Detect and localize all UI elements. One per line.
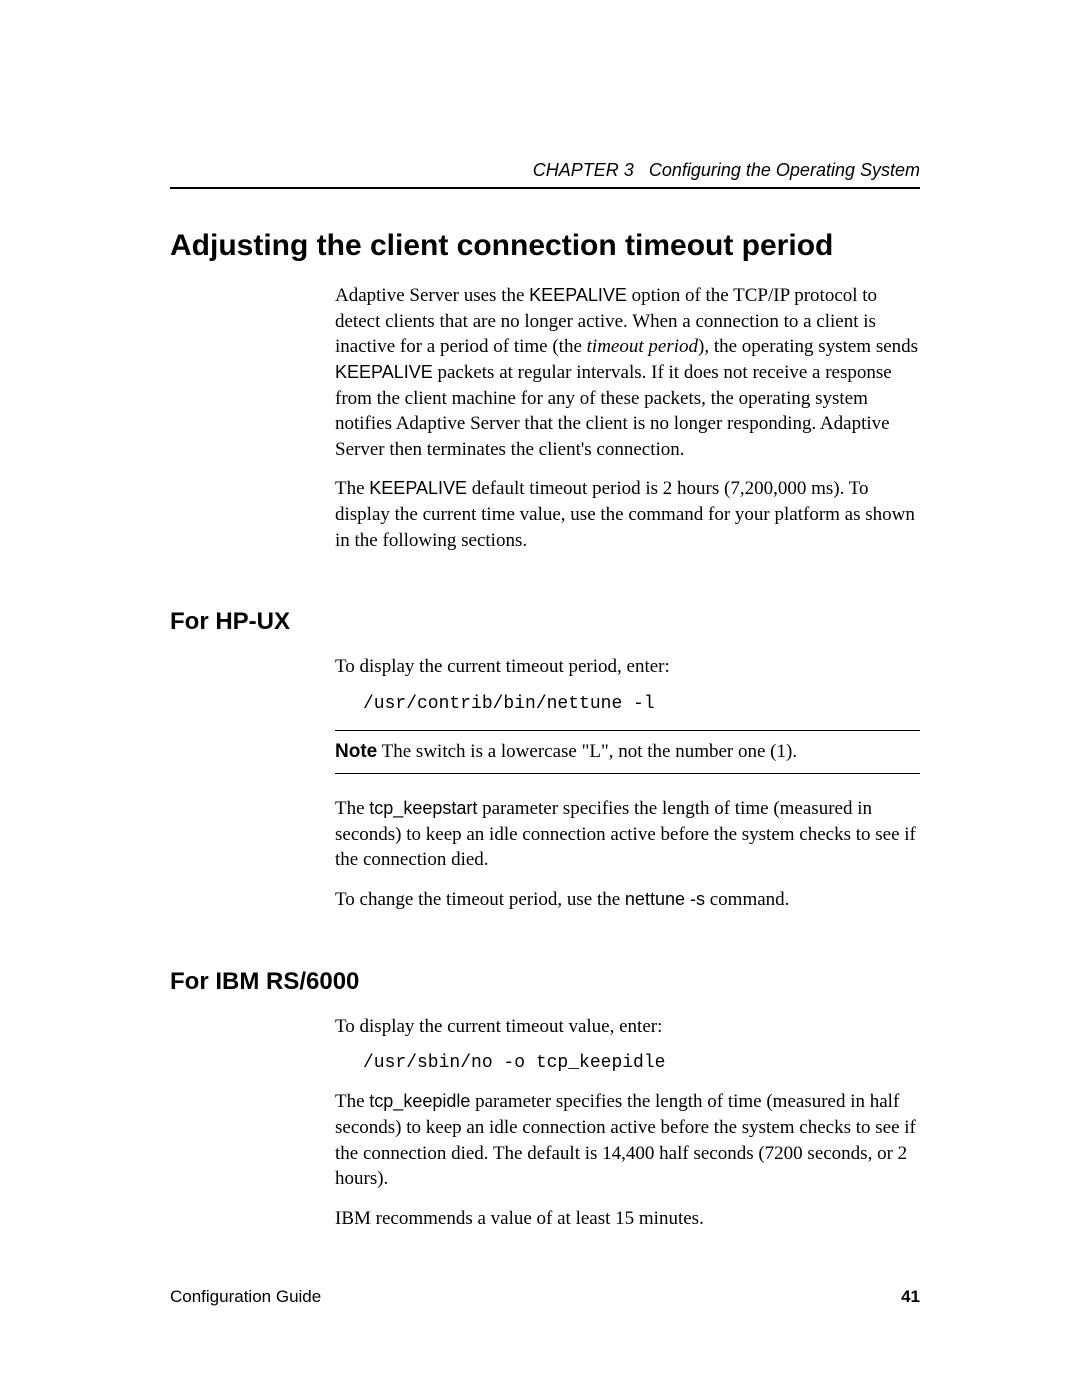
page-title: Adjusting the client connection timeout … <box>170 229 920 263</box>
ibm-section: To display the current timeout value, en… <box>335 1014 920 1232</box>
ibm-recommendation: IBM recommends a value of at least 15 mi… <box>335 1206 920 1232</box>
ibm-intro: To display the current timeout value, en… <box>335 1014 920 1040</box>
keepalive-keyword: KEEPALIVE <box>335 362 433 382</box>
hpux-command: /usr/contrib/bin/nettune -l <box>363 694 920 714</box>
running-header: CHAPTER 3 Configuring the Operating Syst… <box>170 160 920 181</box>
intro-section: Adaptive Server uses the KEEPALIVE optio… <box>335 283 920 553</box>
note-label: Note <box>335 741 377 762</box>
ibm-keepidle-paragraph: The tcp_keepidle parameter specifies the… <box>335 1089 920 1192</box>
page-footer: Configuration Guide 41 <box>170 1287 920 1307</box>
tcp-keepidle-keyword: tcp_keepidle <box>369 1091 470 1111</box>
tcp-keepstart-keyword: tcp_keepstart <box>369 798 477 818</box>
note-text: The switch is a lowercase "L", not the n… <box>377 741 797 762</box>
note-block: Note The switch is a lowercase "L", not … <box>335 730 920 774</box>
header-rule <box>170 187 920 189</box>
intro-paragraph-2: The KEEPALIVE default timeout period is … <box>335 476 920 553</box>
keepalive-keyword: KEEPALIVE <box>529 285 627 305</box>
keepalive-keyword: KEEPALIVE <box>369 478 467 498</box>
intro-paragraph-1: Adaptive Server uses the KEEPALIVE optio… <box>335 283 920 462</box>
ibm-command: /usr/sbin/no -o tcp_keepidle <box>363 1053 920 1073</box>
chapter-label: CHAPTER 3 <box>533 160 634 180</box>
page-number: 41 <box>901 1287 920 1307</box>
hpux-change-paragraph: To change the timeout period, use the ne… <box>335 887 920 913</box>
hpux-heading: For HP-UX <box>170 608 920 636</box>
hpux-section: To display the current timeout period, e… <box>335 654 920 912</box>
footer-guide-name: Configuration Guide <box>170 1287 321 1306</box>
hpux-intro: To display the current timeout period, e… <box>335 654 920 680</box>
timeout-period-term: timeout period <box>587 336 698 357</box>
nettune-keyword: nettune -s <box>625 889 705 909</box>
page: CHAPTER 3 Configuring the Operating Syst… <box>0 0 1080 1397</box>
hpux-keepstart-paragraph: The tcp_keepstart parameter specifies th… <box>335 796 920 873</box>
ibm-heading: For IBM RS/6000 <box>170 968 920 996</box>
chapter-title: Configuring the Operating System <box>649 160 920 180</box>
